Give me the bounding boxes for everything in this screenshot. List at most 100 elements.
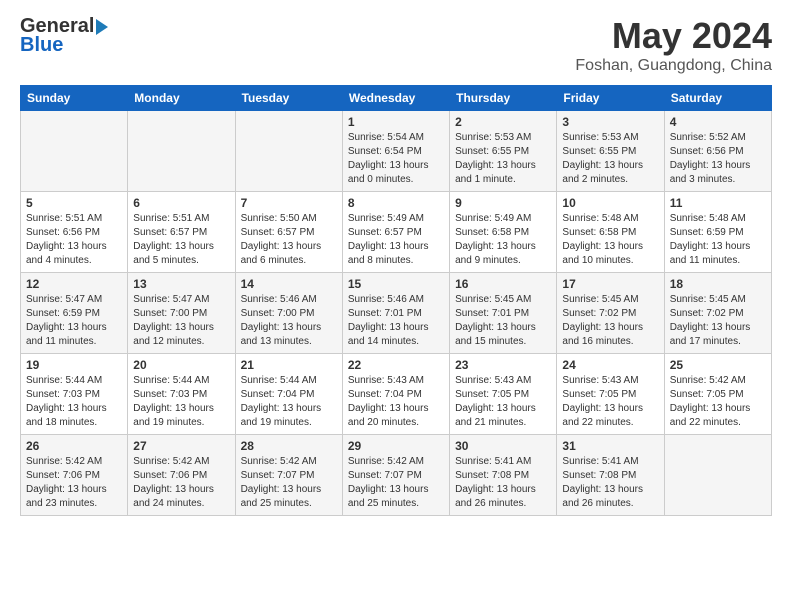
day-number: 13 (133, 277, 229, 291)
day-info: Sunrise: 5:42 AMSunset: 7:05 PMDaylight:… (670, 374, 766, 430)
day-number: 15 (348, 277, 444, 291)
day-info: Sunrise: 5:43 AMSunset: 7:04 PMDaylight:… (348, 374, 444, 430)
day-number: 4 (670, 115, 766, 129)
day-info: Sunrise: 5:49 AMSunset: 6:58 PMDaylight:… (455, 212, 551, 268)
day-info: Sunrise: 5:50 AMSunset: 6:57 PMDaylight:… (241, 212, 337, 268)
day-number: 5 (26, 196, 122, 210)
day-number: 17 (562, 277, 658, 291)
day-number: 26 (26, 439, 122, 453)
day-number: 30 (455, 439, 551, 453)
calendar-cell: 1 Sunrise: 5:54 AMSunset: 6:54 PMDaylight… (342, 111, 449, 192)
day-number: 8 (348, 196, 444, 210)
weekday-header: Thursday (450, 86, 557, 111)
day-info: Sunrise: 5:46 AMSunset: 7:00 PMDaylight:… (241, 293, 337, 349)
calendar-cell: 6Sunrise: 5:51 AMSunset: 6:57 PMDaylight… (128, 192, 235, 273)
day-number: 24 (562, 358, 658, 372)
calendar-cell (664, 435, 771, 516)
day-number: 31 (562, 439, 658, 453)
weekday-header-row: SundayMondayTuesdayWednesdayThursdayFrid… (21, 86, 772, 111)
calendar-cell: 5 Sunrise: 5:51 AMSunset: 6:56 PMDaylight… (21, 192, 128, 273)
calendar-cell: 2 Sunrise: 5:53 AMSunset: 6:55 PMDaylight… (450, 111, 557, 192)
weekday-header: Monday (128, 86, 235, 111)
day-number: 2 (455, 115, 551, 129)
calendar-cell: 8Sunrise: 5:49 AMSunset: 6:57 PMDaylight… (342, 192, 449, 273)
day-number: 22 (348, 358, 444, 372)
calendar-cell: 28 Sunrise: 5:42 AMSunset: 7:07 PMDayligh… (235, 435, 342, 516)
day-info: Sunrise: 5:54 AMSunset: 6:54 PMDaylight:… (348, 131, 444, 187)
day-info: Sunrise: 5:47 AMSunset: 7:00 PMDaylight:… (133, 293, 229, 349)
calendar-cell (235, 111, 342, 192)
calendar-cell: 3 Sunrise: 5:53 AMSunset: 6:55 PMDaylight… (557, 111, 664, 192)
calendar-week-row: 19 Sunrise: 5:44 AMSunset: 7:03 PMDayligh… (21, 354, 772, 435)
day-number: 25 (670, 358, 766, 372)
day-number: 16 (455, 277, 551, 291)
day-info: Sunrise: 5:52 AMSunset: 6:56 PMDaylight:… (670, 131, 766, 187)
calendar: SundayMondayTuesdayWednesdayThursdayFrid… (20, 85, 772, 516)
calendar-cell: 29 Sunrise: 5:42 AMSunset: 7:07 PMDayligh… (342, 435, 449, 516)
calendar-cell: 9 Sunrise: 5:49 AMSunset: 6:58 PMDaylight… (450, 192, 557, 273)
day-number: 28 (241, 439, 337, 453)
day-number: 18 (670, 277, 766, 291)
day-info: Sunrise: 5:43 AMSunset: 7:05 PMDaylight:… (455, 374, 551, 430)
day-info: Sunrise: 5:53 AMSunset: 6:55 PMDaylight:… (455, 131, 551, 187)
day-number: 27 (133, 439, 229, 453)
calendar-cell (21, 111, 128, 192)
day-info: Sunrise: 5:42 AMSunset: 7:07 PMDaylight:… (241, 455, 337, 511)
day-number: 10 (562, 196, 658, 210)
calendar-cell: 21 Sunrise: 5:44 AMSunset: 7:04 PMDayligh… (235, 354, 342, 435)
day-info: Sunrise: 5:48 AMSunset: 6:59 PMDaylight:… (670, 212, 766, 268)
day-info: Sunrise: 5:44 AMSunset: 7:03 PMDaylight:… (26, 374, 122, 430)
day-info: Sunrise: 5:47 AMSunset: 6:59 PMDaylight:… (26, 293, 122, 349)
calendar-cell: 19 Sunrise: 5:44 AMSunset: 7:03 PMDayligh… (21, 354, 128, 435)
subtitle: Foshan, Guangdong, China (575, 57, 772, 75)
weekday-header: Friday (557, 86, 664, 111)
day-info: Sunrise: 5:48 AMSunset: 6:58 PMDaylight:… (562, 212, 658, 268)
calendar-cell: 14 Sunrise: 5:46 AMSunset: 7:00 PMDayligh… (235, 273, 342, 354)
day-number: 23 (455, 358, 551, 372)
day-number: 29 (348, 439, 444, 453)
calendar-cell: 30 Sunrise: 5:41 AMSunset: 7:08 PMDayligh… (450, 435, 557, 516)
day-number: 9 (455, 196, 551, 210)
calendar-week-row: 1 Sunrise: 5:54 AMSunset: 6:54 PMDaylight… (21, 111, 772, 192)
calendar-cell: 31 Sunrise: 5:41 AMSunset: 7:08 PMDayligh… (557, 435, 664, 516)
day-info: Sunrise: 5:44 AMSunset: 7:04 PMDaylight:… (241, 374, 337, 430)
day-info: Sunrise: 5:45 AMSunset: 7:01 PMDaylight:… (455, 293, 551, 349)
day-info: Sunrise: 5:44 AMSunset: 7:03 PMDaylight:… (133, 374, 229, 430)
day-info: Sunrise: 5:53 AMSunset: 6:55 PMDaylight:… (562, 131, 658, 187)
calendar-cell: 18Sunrise: 5:45 AMSunset: 7:02 PMDayligh… (664, 273, 771, 354)
logo-triangle (96, 19, 108, 35)
day-info: Sunrise: 5:51 AMSunset: 6:56 PMDaylight:… (26, 212, 122, 268)
day-info: Sunrise: 5:42 AMSunset: 7:07 PMDaylight:… (348, 455, 444, 511)
day-number: 19 (26, 358, 122, 372)
weekday-header: Saturday (664, 86, 771, 111)
logo-blue: Blue (20, 34, 110, 57)
title-area: May 2024 Foshan, Guangdong, China (575, 15, 772, 75)
calendar-cell: 12 Sunrise: 5:47 AMSunset: 6:59 PMDayligh… (21, 273, 128, 354)
day-number: 3 (562, 115, 658, 129)
day-number: 11 (670, 196, 766, 210)
calendar-cell: 11 Sunrise: 5:48 AMSunset: 6:59 PMDayligh… (664, 192, 771, 273)
day-number: 12 (26, 277, 122, 291)
weekday-header: Sunday (21, 86, 128, 111)
calendar-week-row: 5 Sunrise: 5:51 AMSunset: 6:56 PMDaylight… (21, 192, 772, 273)
calendar-cell: 16 Sunrise: 5:45 AMSunset: 7:01 PMDayligh… (450, 273, 557, 354)
day-info: Sunrise: 5:41 AMSunset: 7:08 PMDaylight:… (562, 455, 658, 511)
weekday-header: Tuesday (235, 86, 342, 111)
calendar-cell: 10 Sunrise: 5:48 AMSunset: 6:58 PMDayligh… (557, 192, 664, 273)
calendar-cell: 4 Sunrise: 5:52 AMSunset: 6:56 PMDaylight… (664, 111, 771, 192)
calendar-cell: 13 Sunrise: 5:47 AMSunset: 7:00 PMDayligh… (128, 273, 235, 354)
day-number: 21 (241, 358, 337, 372)
page: General Blue May 2024 Foshan, Guangdong,… (0, 0, 792, 531)
calendar-cell: 23 Sunrise: 5:43 AMSunset: 7:05 PMDayligh… (450, 354, 557, 435)
calendar-cell: 20Sunrise: 5:44 AMSunset: 7:03 PMDayligh… (128, 354, 235, 435)
calendar-cell: 25 Sunrise: 5:42 AMSunset: 7:05 PMDayligh… (664, 354, 771, 435)
calendar-cell: 26Sunrise: 5:42 AMSunset: 7:06 PMDayligh… (21, 435, 128, 516)
day-info: Sunrise: 5:43 AMSunset: 7:05 PMDaylight:… (562, 374, 658, 430)
day-number: 1 (348, 115, 444, 129)
calendar-cell: 15Sunrise: 5:46 AMSunset: 7:01 PMDayligh… (342, 273, 449, 354)
day-number: 14 (241, 277, 337, 291)
day-info: Sunrise: 5:41 AMSunset: 7:08 PMDaylight:… (455, 455, 551, 511)
day-number: 6 (133, 196, 229, 210)
calendar-cell: 27Sunrise: 5:42 AMSunset: 7:06 PMDayligh… (128, 435, 235, 516)
weekday-header: Wednesday (342, 86, 449, 111)
